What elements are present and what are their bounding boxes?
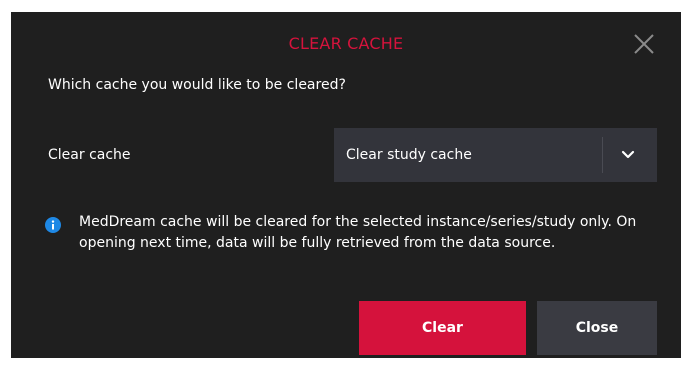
- dialog-question: Which cache you would like to be cleared…: [48, 77, 346, 93]
- clear-cache-dialog: CLEAR CACHE Which cache you would like t…: [11, 12, 681, 358]
- clear-cache-label: Clear cache: [48, 147, 131, 163]
- select-divider: [602, 137, 603, 173]
- info-message: MedDream cache will be cleared for the s…: [79, 214, 637, 251]
- close-icon[interactable]: [632, 32, 656, 56]
- info-icon: [45, 217, 61, 233]
- dialog-title: CLEAR CACHE: [288, 34, 404, 53]
- cache-type-selected-value: Clear study cache: [346, 147, 472, 163]
- chevron-down-icon[interactable]: [621, 150, 635, 160]
- close-button[interactable]: Close: [537, 301, 657, 355]
- cache-type-select[interactable]: Clear study cache: [334, 128, 657, 182]
- clear-button[interactable]: Clear: [359, 301, 526, 355]
